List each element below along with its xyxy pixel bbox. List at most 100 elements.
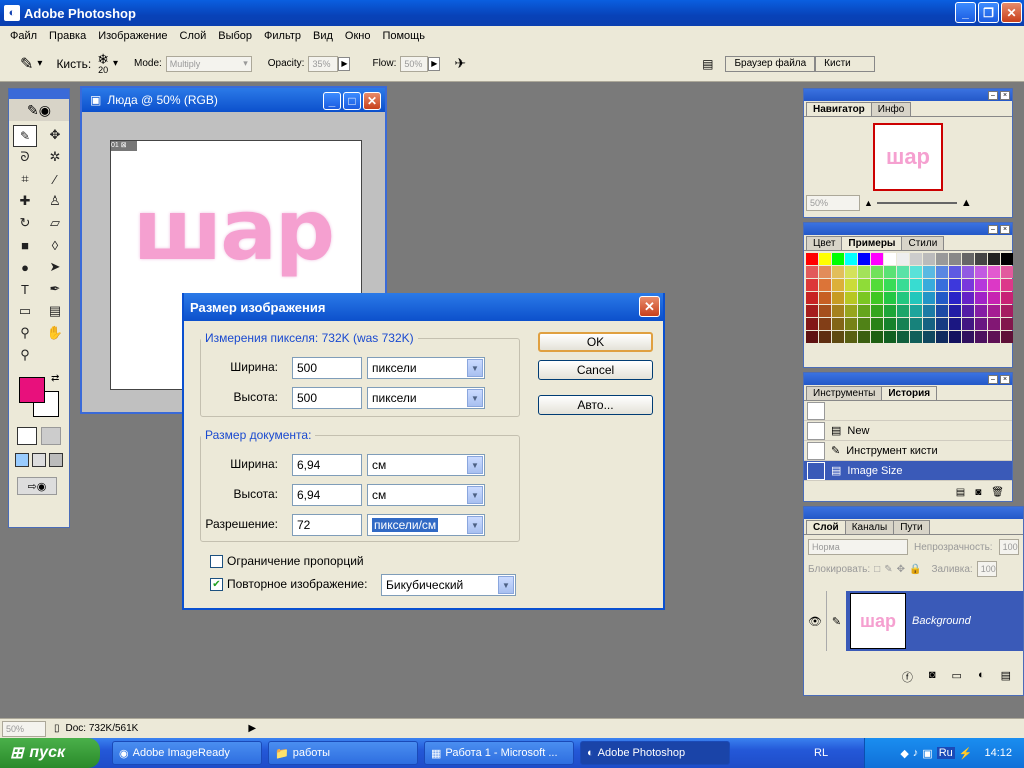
tab-navigator[interactable]: Навигатор	[806, 102, 872, 116]
type-tool-icon[interactable]: T	[13, 279, 37, 299]
panel-close[interactable]: ×	[1000, 374, 1010, 384]
notes-tool-icon[interactable]: ▤	[43, 301, 67, 321]
swap-colors-icon[interactable]: ⇄	[51, 373, 59, 384]
menu-window[interactable]: Окно	[339, 30, 377, 42]
swatch-cell[interactable]	[858, 253, 870, 265]
shape-tool-icon[interactable]: ▭	[13, 301, 37, 321]
swatch-cell[interactable]	[936, 253, 948, 265]
swatch-cell[interactable]	[923, 305, 935, 317]
resolution-input[interactable]: 72	[292, 514, 362, 536]
swatch-cell[interactable]	[884, 305, 896, 317]
swatch-grid[interactable]	[804, 251, 1013, 345]
swatch-cell[interactable]	[988, 292, 1000, 304]
layer-style-icon[interactable]: ⓕ	[902, 669, 913, 685]
adjustment-layer-icon[interactable]: ◐	[978, 669, 985, 685]
swatch-cell[interactable]	[871, 292, 883, 304]
swatch-cell[interactable]	[858, 331, 870, 343]
mode-select[interactable]: Multiply ▾	[165, 55, 252, 72]
px-width-unit-select[interactable]: пиксели ▼	[367, 357, 485, 379]
swatch-cell[interactable]	[1001, 279, 1013, 291]
swatch-cell[interactable]	[962, 331, 974, 343]
network-icon[interactable]: ⚡	[959, 747, 973, 760]
tab-paths[interactable]: Пути	[893, 520, 930, 534]
blur-tool-icon[interactable]: ◊	[43, 235, 67, 255]
swatch-cell[interactable]	[988, 331, 1000, 343]
swatch-cell[interactable]	[845, 279, 857, 291]
swatch-cell[interactable]	[832, 266, 844, 278]
healing-brush-icon[interactable]: ✚	[13, 191, 37, 211]
tab-info[interactable]: Инфо	[870, 102, 912, 116]
swatch-cell[interactable]	[936, 279, 948, 291]
new-layer-icon[interactable]: ▤	[1001, 669, 1011, 685]
swatch-cell[interactable]	[923, 266, 935, 278]
task-photoshop[interactable]: ◐ Adobe Photoshop	[580, 741, 730, 765]
doc-minimize-button[interactable]: _	[323, 92, 341, 110]
swatch-cell[interactable]	[910, 266, 922, 278]
minimize-button[interactable]: _	[955, 2, 976, 23]
start-button[interactable]: ⊞ пуск	[0, 738, 100, 768]
swatch-cell[interactable]	[988, 305, 1000, 317]
swatch-cell[interactable]	[819, 292, 831, 304]
menu-edit[interactable]: Правка	[43, 30, 92, 42]
swatch-cell[interactable]	[845, 253, 857, 265]
path-select-icon[interactable]: ➤	[43, 257, 67, 277]
layer-mask-icon[interactable]: ◙	[929, 669, 936, 685]
zoom-tool-icon[interactable]: ⚲	[13, 345, 37, 365]
swatch-cell[interactable]	[910, 292, 922, 304]
eraser-icon[interactable]: ▱	[43, 213, 67, 233]
swatch-cell[interactable]	[897, 318, 909, 330]
swatch-cell[interactable]	[897, 266, 909, 278]
swatch-cell[interactable]	[962, 253, 974, 265]
hand-tool-icon[interactable]: ✋	[43, 323, 67, 343]
tab-color[interactable]: Цвет	[806, 236, 843, 250]
swatch-cell[interactable]	[910, 331, 922, 343]
swatch-cell[interactable]	[923, 253, 935, 265]
brush-tool-icon-selected[interactable]: ✎	[13, 125, 37, 147]
lock-all-icon[interactable]: 🔒	[909, 564, 921, 575]
swatch-cell[interactable]	[884, 279, 896, 291]
airbrush-icon[interactable]: ✈	[454, 55, 466, 72]
swatch-cell[interactable]	[871, 253, 883, 265]
tab-tools-presets[interactable]: Инструменты	[806, 386, 883, 400]
resolution-unit-select[interactable]: пиксели/см ▼	[367, 514, 485, 536]
swatch-cell[interactable]	[858, 279, 870, 291]
menu-image[interactable]: Изображение	[92, 30, 173, 42]
swatch-cell[interactable]	[936, 331, 948, 343]
task-word[interactable]: ▦ Работа 1 - Microsoft ...	[424, 741, 574, 765]
move-tool-icon[interactable]: ✥	[43, 125, 67, 145]
swatch-cell[interactable]	[923, 331, 935, 343]
swatch-cell[interactable]	[858, 305, 870, 317]
magic-wand-icon[interactable]: ✲	[43, 147, 67, 167]
slice-tool-icon[interactable]: ⁄	[43, 169, 67, 189]
swatch-cell[interactable]	[819, 331, 831, 343]
swatch-cell[interactable]	[806, 331, 818, 343]
panel-minimize[interactable]: –	[988, 224, 998, 234]
swatch-cell[interactable]	[1001, 305, 1013, 317]
tab-brushes[interactable]: Кисти	[815, 55, 876, 72]
flow-arrow[interactable]: ▶	[428, 56, 441, 71]
auto-button[interactable]: Авто...	[538, 395, 653, 415]
lock-paint-icon[interactable]: ✎	[884, 564, 892, 575]
standard-mode-icon[interactable]	[17, 427, 37, 445]
swatch-cell[interactable]	[1001, 253, 1013, 265]
swatch-cell[interactable]	[819, 279, 831, 291]
swatch-cell[interactable]	[1001, 292, 1013, 304]
swatch-cell[interactable]	[897, 331, 909, 343]
doc-close-button[interactable]: ✕	[363, 92, 381, 110]
swatch-cell[interactable]	[975, 279, 987, 291]
swatch-cell[interactable]	[1001, 318, 1013, 330]
doc-maximize-button[interactable]: □	[343, 92, 361, 110]
blend-mode-select[interactable]: Норма	[808, 539, 908, 555]
swatch-cell[interactable]	[949, 331, 961, 343]
doc-width-input[interactable]: 6,94	[292, 454, 362, 476]
swatch-cell[interactable]	[962, 305, 974, 317]
swatch-cell[interactable]	[936, 318, 948, 330]
dodge-tool-icon[interactable]: ●	[13, 257, 37, 277]
menu-layer[interactable]: Слой	[174, 30, 213, 42]
palette-well-icon[interactable]: ▤	[702, 57, 713, 71]
zoom-slider[interactable]	[876, 202, 957, 204]
zoom-out-icon[interactable]: ▲	[864, 198, 873, 208]
swatch-cell[interactable]	[910, 253, 922, 265]
swatch-cell[interactable]	[936, 292, 948, 304]
swatch-cell[interactable]	[975, 292, 987, 304]
